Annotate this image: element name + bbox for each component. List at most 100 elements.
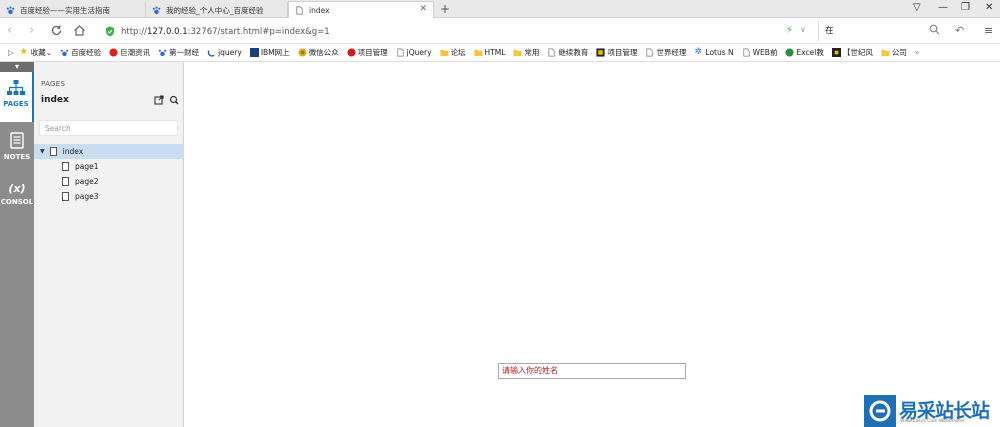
- pages-tab[interactable]: PAGES: [0, 72, 34, 122]
- tree-item-page3[interactable]: page3: [34, 189, 184, 204]
- tab-label: 我的经验_个人中心_百度经验: [166, 5, 264, 15]
- tab-label: 百度经验——实用生活指南: [20, 5, 110, 15]
- tree-item-page1[interactable]: page1: [34, 159, 184, 174]
- sitemap-icon: [7, 80, 25, 95]
- tab-my-jingyan[interactable]: 我的经验_个人中心_百度经验: [146, 2, 288, 18]
- jquery-icon: [207, 50, 215, 57]
- bookmark-item[interactable]: 继续教育: [547, 47, 588, 58]
- bookmark-item[interactable]: 项目管理: [347, 47, 388, 58]
- lotus-icon: ✲: [694, 47, 702, 57]
- bookmark-folder[interactable]: HTML: [473, 48, 505, 57]
- pages-panel: PAGES index Search ▼ index page1 page2 p…: [34, 62, 184, 427]
- bookmark-item[interactable]: IBM网上: [249, 47, 290, 58]
- address-bar[interactable]: http://127.0.0.1:32767/start.html#p=inde…: [105, 22, 815, 41]
- left-rail: ▾ PAGES NOTES (x) CONSOL: [0, 62, 34, 427]
- collapse-chevron-icon[interactable]: ▾: [0, 62, 34, 72]
- search-input[interactable]: 在: [818, 22, 946, 41]
- bookmark-folder[interactable]: 公司: [881, 47, 907, 58]
- page-icon: [62, 162, 69, 171]
- notes-tab-label: NOTES: [3, 153, 31, 161]
- notes-tab[interactable]: NOTES: [0, 124, 34, 174]
- more-bookmarks-icon[interactable]: »: [915, 48, 920, 57]
- url-host: 127.0.0.1: [147, 26, 188, 37]
- bookmark-favorites[interactable]: ★ 收藏 ⌄: [20, 47, 52, 58]
- expand-triangle-icon[interactable]: ▼: [40, 148, 45, 155]
- bookmark-item[interactable]: jQuery: [396, 48, 432, 57]
- bookmark-item[interactable]: jquery: [207, 48, 242, 57]
- tab-index[interactable]: index ✕: [288, 1, 434, 18]
- export-icon[interactable]: [154, 95, 164, 105]
- chevron-down-icon[interactable]: ∨: [800, 25, 806, 34]
- home-button[interactable]: [73, 24, 86, 41]
- restore-button[interactable]: ❐: [961, 2, 970, 13]
- pages-search-input[interactable]: Search: [39, 120, 178, 136]
- close-tab-icon[interactable]: ✕: [419, 4, 427, 14]
- reload-icon: [51, 25, 62, 36]
- bookmarks-bar: ▷ ★ 收藏 ⌄ 百度经验 巨潮资讯 第一财经 jquery IBM网上 微信公众…: [0, 44, 1000, 62]
- tree-item-label: page3: [75, 192, 99, 201]
- bookmark-item[interactable]: Excel教: [785, 47, 824, 58]
- search-button[interactable]: [929, 24, 940, 39]
- bookmark-folder[interactable]: 常用: [513, 47, 539, 58]
- menu-icon[interactable]: ≡: [984, 24, 993, 37]
- search-pages-icon[interactable]: [169, 95, 179, 105]
- page-icon: [646, 48, 653, 57]
- baidu-paw-icon: [158, 49, 167, 57]
- bookmark-item[interactable]: 【世纪风: [831, 47, 873, 58]
- sidebar-toggle-icon[interactable]: ▷: [8, 48, 14, 57]
- console-tab[interactable]: (x) CONSOL: [0, 174, 34, 224]
- site-favicon-icon: [109, 48, 118, 57]
- baidu-paw-icon: [152, 6, 161, 14]
- security-shield-icon: [106, 26, 114, 37]
- page-icon: [62, 192, 69, 201]
- site-favicon-icon: [831, 48, 841, 57]
- panel-title: index: [41, 95, 69, 105]
- bookmark-item[interactable]: 巨潮资讯: [109, 47, 150, 58]
- back-button[interactable]: ‹: [7, 23, 12, 38]
- page-icon: [49, 147, 57, 156]
- minimize-button[interactable]: —: [938, 2, 948, 13]
- search-icon: [929, 24, 940, 35]
- pages-tab-label: PAGES: [3, 100, 29, 108]
- reload-button[interactable]: [50, 24, 63, 41]
- close-window-button[interactable]: ✕: [985, 2, 993, 13]
- bookmark-item[interactable]: 第一财经: [158, 47, 199, 58]
- notes-icon: [10, 132, 24, 149]
- name-input[interactable]: 请输入你的姓名: [498, 363, 686, 379]
- page-canvas: 请输入你的姓名: [185, 62, 1000, 427]
- page-icon: [397, 48, 404, 57]
- bookmark-item[interactable]: WEB前: [742, 47, 777, 58]
- bookmark-item[interactable]: 世界经理: [645, 47, 686, 58]
- tree-item-label: page2: [75, 177, 99, 186]
- project-icon: [596, 48, 605, 57]
- baidu-paw-icon: [6, 6, 15, 14]
- tab-bar: 百度经验——实用生活指南 我的经验_个人中心_百度经验 index ✕ + ▽ …: [0, 0, 1000, 18]
- tab-baidu-jingyan[interactable]: 百度经验——实用生活指南: [0, 2, 146, 18]
- tree-item-label: page1: [75, 162, 99, 171]
- wechat-icon: [298, 48, 307, 57]
- home-icon: [74, 25, 85, 36]
- watermark-logo-icon: [864, 395, 896, 427]
- bookmark-item[interactable]: 百度经验: [60, 47, 101, 58]
- bookmark-folder[interactable]: 论坛: [439, 47, 466, 58]
- star-icon: ★: [19, 47, 28, 57]
- tab-label: index: [309, 5, 330, 15]
- skin-icon[interactable]: ▽: [913, 2, 921, 13]
- bookmark-item[interactable]: 项目管理: [596, 47, 637, 58]
- folder-icon: [439, 49, 449, 57]
- folder-icon: [473, 49, 483, 57]
- lightning-icon[interactable]: ⚡: [786, 25, 793, 36]
- ibm-icon: [249, 48, 259, 57]
- undo-button[interactable]: ↶: [955, 24, 964, 37]
- panel-heading: PAGES: [41, 80, 66, 88]
- url-prefix: http://: [121, 26, 148, 37]
- page-icon: [296, 6, 303, 14]
- navigation-bar: ‹ › http://127.0.0.1:32767/start.html#p=…: [0, 19, 1000, 44]
- tree-item-index[interactable]: ▼ index: [34, 144, 184, 159]
- folder-icon: [513, 49, 522, 57]
- bookmark-item[interactable]: 微信公众: [298, 47, 339, 58]
- tree-item-page2[interactable]: page2: [34, 174, 184, 189]
- bookmark-item[interactable]: ✲ Lotus N: [694, 47, 733, 58]
- new-tab-button[interactable]: +: [440, 2, 450, 16]
- forward-button[interactable]: ›: [29, 23, 34, 38]
